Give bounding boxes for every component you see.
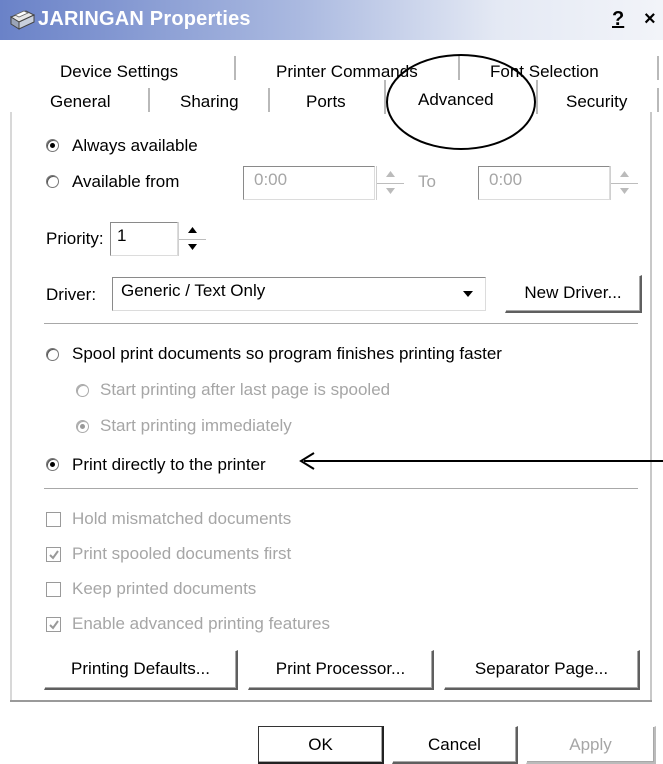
start-immediately-radio[interactable]: [76, 420, 89, 433]
print-processor-button[interactable]: Print Processor...: [248, 650, 434, 690]
to-time-spinner[interactable]: [610, 166, 638, 200]
available-from-time[interactable]: 0:00: [243, 166, 375, 200]
hold-mismatched-label: Hold mismatched documents: [72, 509, 292, 528]
spin-down[interactable]: [179, 239, 206, 256]
tab-divider: [657, 88, 659, 112]
start-immediately-label: Start printing immediately: [100, 416, 292, 435]
tab-device-settings[interactable]: Device Settings: [60, 62, 178, 82]
available-to-time[interactable]: 0:00: [478, 166, 610, 200]
annotation-arrow: [299, 452, 663, 470]
apply-button[interactable]: Apply: [526, 726, 656, 764]
spin-up[interactable]: [611, 166, 638, 184]
priority-label: Priority:: [46, 229, 104, 248]
always-available-label: Always available: [72, 136, 198, 155]
print-directly-radio[interactable]: [46, 458, 59, 471]
radio-dot: [80, 424, 85, 429]
panel-border: [10, 700, 652, 702]
window-title: JARINGAN Properties: [38, 8, 251, 30]
help-button[interactable]: ?: [612, 8, 624, 31]
always-available-radio[interactable]: [46, 139, 59, 152]
close-button[interactable]: ×: [644, 8, 656, 31]
from-time-value: 0:00: [254, 170, 288, 189]
printer-icon: [6, 7, 36, 33]
priority-value: 1: [117, 226, 127, 245]
radio-dot: [50, 143, 55, 148]
tab-sharing[interactable]: Sharing: [180, 92, 239, 112]
annotation-ellipse: [386, 54, 536, 150]
tab-divider: [657, 56, 659, 80]
spin-up[interactable]: [377, 166, 404, 184]
priority-input[interactable]: 1: [110, 222, 178, 256]
spin-down[interactable]: [611, 183, 638, 200]
print-spooled-first-label: Print spooled documents first: [72, 544, 292, 563]
spool-radio[interactable]: [46, 348, 59, 361]
driver-value: Generic / Text Only: [121, 281, 266, 300]
tab-general[interactable]: General: [50, 92, 110, 112]
radio-dot: [50, 462, 55, 467]
start-after-last-label: Start printing after last page is spoole…: [100, 380, 391, 399]
printing-defaults-button[interactable]: Printing Defaults...: [44, 650, 238, 690]
cancel-button[interactable]: Cancel: [392, 726, 518, 764]
priority-spinner[interactable]: [178, 222, 206, 256]
available-from-label: Available from: [72, 172, 180, 191]
title-bar[interactable]: JARINGAN Properties ? ×: [0, 0, 663, 40]
panel-border: [650, 112, 652, 702]
tab-divider: [148, 88, 150, 112]
start-after-last-radio[interactable]: [76, 384, 89, 397]
from-time-spinner[interactable]: [376, 166, 404, 200]
to-label: To: [418, 172, 436, 191]
separator: [44, 488, 638, 489]
hold-mismatched-checkbox[interactable]: [46, 512, 61, 527]
ok-button[interactable]: OK: [258, 726, 384, 764]
spin-down[interactable]: [377, 183, 404, 200]
new-driver-button[interactable]: New Driver...: [505, 275, 642, 313]
driver-select[interactable]: Generic / Text Only: [112, 277, 486, 311]
separator: [44, 323, 638, 324]
spin-up[interactable]: [179, 222, 206, 240]
tab-security[interactable]: Security: [566, 92, 627, 112]
tab-divider: [234, 56, 236, 80]
tab-divider: [268, 88, 270, 112]
enable-advanced-label: Enable advanced printing features: [72, 614, 331, 633]
keep-printed-checkbox[interactable]: [46, 582, 61, 597]
tab-ports[interactable]: Ports: [306, 92, 346, 112]
print-directly-label: Print directly to the printer: [72, 455, 266, 474]
dropdown-chevron-icon[interactable]: [453, 279, 483, 309]
panel-border: [10, 112, 12, 702]
separator-page-button[interactable]: Separator Page...: [444, 650, 640, 690]
print-spooled-first-checkbox[interactable]: [46, 547, 61, 562]
driver-label: Driver:: [46, 285, 97, 304]
keep-printed-label: Keep printed documents: [72, 579, 257, 598]
available-from-radio[interactable]: [46, 175, 59, 188]
to-time-value: 0:00: [489, 170, 523, 189]
enable-advanced-checkbox[interactable]: [46, 617, 61, 632]
spool-label: Spool print documents so program finishe…: [72, 344, 502, 363]
